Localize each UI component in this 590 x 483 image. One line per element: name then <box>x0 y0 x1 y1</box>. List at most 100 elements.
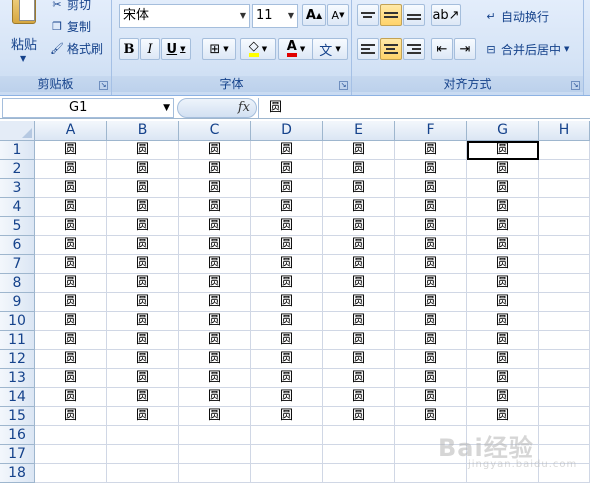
cell-d8[interactable]: 圆 <box>251 274 323 293</box>
cell-c8[interactable]: 圆 <box>179 274 251 293</box>
font-launcher-icon[interactable]: ↘ <box>339 81 348 90</box>
cell-f13[interactable]: 圆 <box>395 369 467 388</box>
cell-c14[interactable]: 圆 <box>179 388 251 407</box>
name-box[interactable]: G1 ▼ <box>2 98 174 118</box>
cell-e8[interactable]: 圆 <box>323 274 395 293</box>
font-size-select[interactable]: 11 ▼ <box>252 4 298 28</box>
cell-c1[interactable]: 圆 <box>179 141 251 160</box>
cell-a16[interactable] <box>35 426 107 445</box>
cell-h11[interactable] <box>539 331 590 350</box>
cell-b15[interactable]: 圆 <box>107 407 179 426</box>
cell-g3[interactable]: 圆 <box>467 179 539 198</box>
cell-d1[interactable]: 圆 <box>251 141 323 160</box>
row-header-9[interactable]: 9 <box>0 293 35 312</box>
cell-f12[interactable]: 圆 <box>395 350 467 369</box>
cell-e7[interactable]: 圆 <box>323 255 395 274</box>
column-header-g[interactable]: G <box>467 121 539 141</box>
cell-c16[interactable] <box>179 426 251 445</box>
cell-d16[interactable] <box>251 426 323 445</box>
grow-font-button[interactable]: A ▲ <box>302 4 326 26</box>
cell-a14[interactable]: 圆 <box>35 388 107 407</box>
cell-h4[interactable] <box>539 198 590 217</box>
cell-h7[interactable] <box>539 255 590 274</box>
cell-b1[interactable]: 圆 <box>107 141 179 160</box>
column-header-e[interactable]: E <box>323 121 395 141</box>
alignment-launcher-icon[interactable]: ↘ <box>571 81 580 90</box>
cell-d6[interactable]: 圆 <box>251 236 323 255</box>
cell-b7[interactable]: 圆 <box>107 255 179 274</box>
cell-b5[interactable]: 圆 <box>107 217 179 236</box>
cell-f1[interactable]: 圆 <box>395 141 467 160</box>
align-left-button[interactable] <box>357 38 379 60</box>
cell-g2[interactable]: 圆 <box>467 160 539 179</box>
cell-h5[interactable] <box>539 217 590 236</box>
cell-a6[interactable]: 圆 <box>35 236 107 255</box>
font-color-button[interactable]: A ▼ <box>278 38 314 60</box>
cell-b12[interactable]: 圆 <box>107 350 179 369</box>
align-center-button[interactable] <box>380 38 402 60</box>
cell-f6[interactable]: 圆 <box>395 236 467 255</box>
cell-c18[interactable] <box>179 464 251 483</box>
cell-d17[interactable] <box>251 445 323 464</box>
align-right-button[interactable] <box>403 38 425 60</box>
cell-c2[interactable]: 圆 <box>179 160 251 179</box>
phonetic-button[interactable]: 文 ▼ <box>312 38 348 60</box>
row-header-13[interactable]: 13 <box>0 369 35 388</box>
row-header-11[interactable]: 11 <box>0 331 35 350</box>
column-header-d[interactable]: D <box>251 121 323 141</box>
cell-f9[interactable]: 圆 <box>395 293 467 312</box>
row-header-8[interactable]: 8 <box>0 274 35 293</box>
cell-b10[interactable]: 圆 <box>107 312 179 331</box>
underline-button[interactable]: U ▼ <box>161 38 191 60</box>
cell-d18[interactable] <box>251 464 323 483</box>
borders-button[interactable]: ⊞ ▼ <box>202 38 236 60</box>
cell-g12[interactable]: 圆 <box>467 350 539 369</box>
cell-b3[interactable]: 圆 <box>107 179 179 198</box>
cell-h15[interactable] <box>539 407 590 426</box>
cell-f10[interactable]: 圆 <box>395 312 467 331</box>
cell-d15[interactable]: 圆 <box>251 407 323 426</box>
cell-g14[interactable]: 圆 <box>467 388 539 407</box>
cell-a3[interactable]: 圆 <box>35 179 107 198</box>
italic-button[interactable]: I <box>140 38 160 60</box>
cell-d3[interactable]: 圆 <box>251 179 323 198</box>
cell-a11[interactable]: 圆 <box>35 331 107 350</box>
row-header-2[interactable]: 2 <box>0 160 35 179</box>
cell-d12[interactable]: 圆 <box>251 350 323 369</box>
cell-c6[interactable]: 圆 <box>179 236 251 255</box>
format-painter-button[interactable]: 🖌 格式刷 <box>50 38 103 58</box>
select-all-button[interactable] <box>0 121 35 141</box>
cell-f4[interactable]: 圆 <box>395 198 467 217</box>
row-header-17[interactable]: 17 <box>0 445 35 464</box>
bold-button[interactable]: B <box>119 38 139 60</box>
cell-h13[interactable] <box>539 369 590 388</box>
cell-e16[interactable] <box>323 426 395 445</box>
column-header-f[interactable]: F <box>395 121 467 141</box>
cell-f15[interactable]: 圆 <box>395 407 467 426</box>
cell-c4[interactable]: 圆 <box>179 198 251 217</box>
cell-g10[interactable]: 圆 <box>467 312 539 331</box>
cell-d2[interactable]: 圆 <box>251 160 323 179</box>
row-header-14[interactable]: 14 <box>0 388 35 407</box>
cell-c12[interactable]: 圆 <box>179 350 251 369</box>
cell-e12[interactable]: 圆 <box>323 350 395 369</box>
cell-b9[interactable]: 圆 <box>107 293 179 312</box>
cell-e11[interactable]: 圆 <box>323 331 395 350</box>
decrease-indent-button[interactable]: ⇤ <box>431 38 453 60</box>
cell-d5[interactable]: 圆 <box>251 217 323 236</box>
orientation-button[interactable]: ab↗ <box>431 4 461 26</box>
cell-g1[interactable]: 圆 <box>467 141 539 160</box>
formula-input[interactable]: 圆 <box>258 98 590 118</box>
cell-g4[interactable]: 圆 <box>467 198 539 217</box>
cut-button[interactable]: ✂ 剪切 <box>50 0 91 14</box>
column-header-h[interactable]: H <box>539 121 590 141</box>
cell-a15[interactable]: 圆 <box>35 407 107 426</box>
cell-g15[interactable]: 圆 <box>467 407 539 426</box>
cell-e5[interactable]: 圆 <box>323 217 395 236</box>
cell-b17[interactable] <box>107 445 179 464</box>
cell-h14[interactable] <box>539 388 590 407</box>
cell-d4[interactable]: 圆 <box>251 198 323 217</box>
cell-b6[interactable]: 圆 <box>107 236 179 255</box>
cell-c5[interactable]: 圆 <box>179 217 251 236</box>
cell-h2[interactable] <box>539 160 590 179</box>
